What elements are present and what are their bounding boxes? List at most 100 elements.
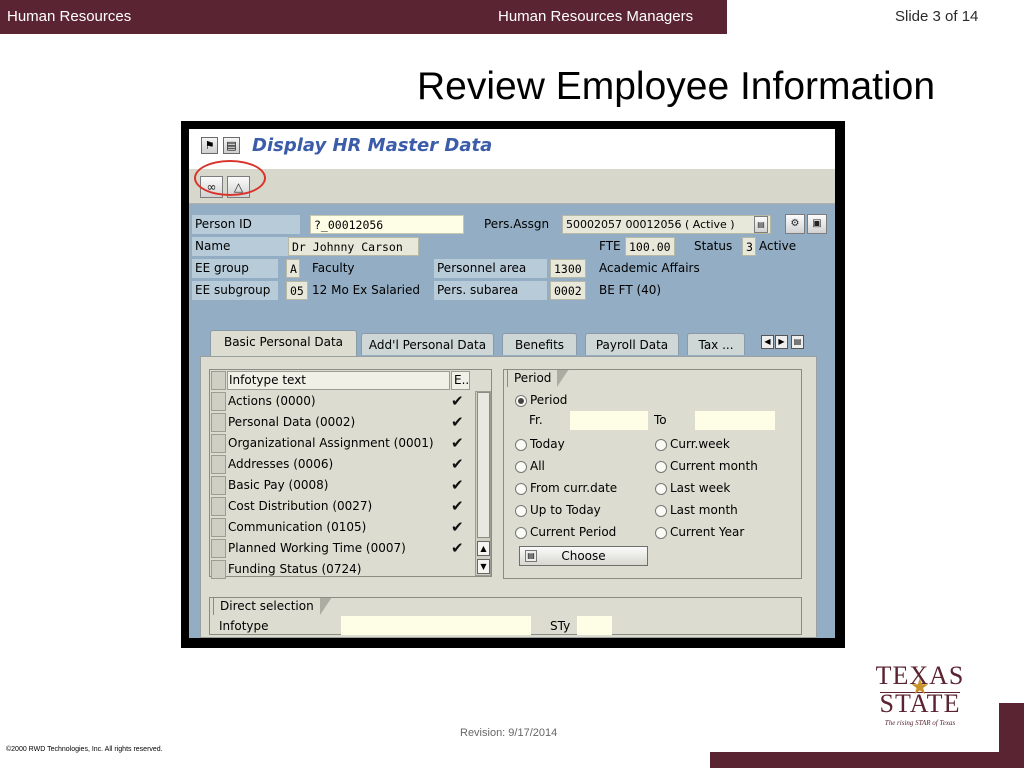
row-selector[interactable] — [211, 476, 226, 495]
radio-label: Last month — [670, 503, 738, 517]
from-date-input[interactable] — [570, 411, 648, 430]
name-label: Name — [192, 237, 300, 256]
infotype-list-scrollbar[interactable]: ▲ ▼ — [475, 391, 491, 576]
tab-payroll-data[interactable]: Payroll Data — [585, 333, 679, 355]
direct-selection-group: Direct selection Infotype STy — [209, 597, 802, 635]
infotype-name: Personal Data (0002) — [228, 415, 356, 429]
tab-list-icon[interactable]: ▤ — [791, 335, 804, 349]
person-id-label: Person ID — [192, 215, 300, 234]
radio-up-to-today[interactable]: Up to Today — [515, 502, 601, 518]
fte-label: FTE — [599, 239, 621, 253]
tab-scroll-left-icon[interactable]: ◀ — [761, 335, 774, 349]
infotype-row[interactable]: Planned Working Time (0007) ✔ — [210, 538, 475, 559]
header-center-label: Human Resources Managers — [498, 8, 694, 25]
tab-scroll-right-icon[interactable]: ▶ — [775, 335, 788, 349]
row-selector[interactable] — [211, 518, 226, 537]
name-field: Dr Johnny Carson — [288, 237, 419, 256]
choose-button[interactable]: ▤ Choose — [519, 546, 648, 566]
tab-benefits[interactable]: Benefits — [502, 333, 577, 355]
row-selector[interactable] — [211, 539, 226, 558]
sap-window-title: Display HR Master Data — [252, 135, 493, 156]
ee-group-label: EE group — [192, 259, 278, 278]
tab-strip: Basic Personal Data Add'l Personal Data … — [189, 327, 835, 357]
slide-header-bar: Human Resources Human Resources Managers… — [0, 0, 1024, 34]
row-selector[interactable] — [211, 497, 226, 516]
radio-current-month[interactable]: Current month — [655, 458, 758, 474]
scroll-up-icon[interactable]: ▲ — [477, 541, 490, 556]
row-selector[interactable] — [211, 455, 226, 474]
radio-today[interactable]: Today — [515, 436, 565, 452]
infotype-name: Communication (0105) — [228, 520, 367, 534]
infotype-list: Infotype text E.. Actions (0000) ✔ Perso… — [209, 369, 492, 580]
infotype-text-column-header[interactable]: Infotype text — [227, 371, 450, 390]
radio-all[interactable]: All — [515, 458, 545, 474]
radio-current-period[interactable]: Current Period — [515, 524, 616, 540]
texas-state-logo: TEXAS STATE The rising STAR of Texas ★ — [872, 662, 968, 732]
infotype-row[interactable]: Organizational Assignment (0001) ✔ — [210, 433, 475, 454]
to-date-input[interactable] — [695, 411, 775, 430]
infotype-row[interactable]: Cost Distribution (0027) ✔ — [210, 496, 475, 517]
tab-basic-personal-data[interactable]: Basic Personal Data — [210, 330, 357, 356]
header-slide-number-box: Slide 3 of 14 — [727, 0, 1024, 34]
row-selector[interactable] — [211, 392, 226, 411]
row-selector[interactable] — [211, 413, 226, 432]
subtype-input[interactable] — [577, 616, 612, 635]
sap-menu-icon[interactable]: ⚑ — [201, 137, 218, 154]
infotype-row[interactable]: Personal Data (0002) ✔ — [210, 412, 475, 433]
infotype-input[interactable] — [341, 616, 531, 635]
pers-assgn-dropdown-icon[interactable]: ▤ — [754, 216, 768, 233]
radio-from-curr-date[interactable]: From curr.date — [515, 480, 617, 496]
assignment-overview-icon[interactable]: ▣ — [807, 214, 827, 234]
status-code-field: 3 — [742, 237, 756, 256]
infotype-name: Basic Pay (0008) — [228, 478, 329, 492]
pers-subarea-label: Pers. subarea — [434, 281, 547, 300]
slide-title: Review Employee Information — [417, 65, 936, 108]
fte-field: 100.00 — [625, 237, 675, 256]
ee-group-text: Faculty — [312, 261, 355, 275]
infotype-row[interactable]: Addresses (0006) ✔ — [210, 454, 475, 475]
revision-date: Revision: 9/17/2014 — [460, 727, 558, 739]
radio-curr-week[interactable]: Curr.week — [655, 436, 730, 452]
person-id-field[interactable]: ?_00012056 — [310, 215, 464, 234]
infotype-row[interactable]: Basic Pay (0008) ✔ — [210, 475, 475, 496]
copyright-notice: ©2000 RWD Technologies, Inc. All rights … — [6, 746, 163, 753]
check-icon: ✔ — [451, 518, 464, 536]
ee-group-code: A — [286, 259, 300, 278]
radio-current-year[interactable]: Current Year — [655, 524, 744, 540]
subtype-input-label: STy — [550, 619, 571, 633]
tab-tax[interactable]: Tax ... — [687, 333, 745, 355]
infotype-name: Planned Working Time (0007) — [228, 541, 406, 555]
pers-subarea-code: 0002 — [550, 281, 586, 300]
infotype-row[interactable]: Funding Status (0724) — [210, 559, 475, 580]
pers-assgn-field[interactable]: 50002057 00012056 ( Active ) — [562, 215, 771, 234]
sap-window: ⚑ ▤ Display HR Master Data ∞ △ Person ID… — [189, 129, 835, 638]
radio-last-month[interactable]: Last month — [655, 502, 738, 518]
infotype-name: Actions (0000) — [228, 394, 316, 408]
radio-label: Up to Today — [530, 503, 601, 517]
check-icon: ✔ — [451, 434, 464, 452]
select-all-cell[interactable] — [211, 371, 226, 390]
radio-last-week[interactable]: Last week — [655, 480, 730, 496]
row-selector[interactable] — [211, 560, 226, 579]
tab-addl-personal-data[interactable]: Add'l Personal Data — [361, 333, 494, 355]
sap-system-icon[interactable]: ▤ — [223, 137, 240, 154]
infotype-row[interactable]: Actions (0000) ✔ — [210, 391, 475, 412]
scroll-down-icon[interactable]: ▼ — [477, 559, 490, 574]
period-group: Period Period Fr. To Today All From curr… — [503, 369, 802, 579]
radio-label: Current Period — [530, 525, 617, 539]
org-structure-icon[interactable]: ⚙ — [785, 214, 805, 234]
scrollbar-thumb[interactable] — [477, 392, 490, 538]
period-radio[interactable]: Period — [515, 392, 567, 408]
direct-selection-title: Direct selection — [213, 597, 320, 615]
row-selector[interactable] — [211, 434, 226, 453]
sap-screenshot-frame: ⚑ ▤ Display HR Master Data ∞ △ Person ID… — [181, 121, 845, 648]
infotype-name: Cost Distribution (0027) — [228, 499, 373, 513]
check-icon: ✔ — [451, 497, 464, 515]
pers-subarea-text: BE FT (40) — [599, 283, 662, 297]
exists-column-header[interactable]: E.. — [451, 371, 470, 390]
annotation-highlight-oval — [194, 160, 266, 196]
tab-content-panel: Infotype text E.. Actions (0000) ✔ Perso… — [200, 356, 817, 638]
infotype-row[interactable]: Communication (0105) ✔ — [210, 517, 475, 538]
check-icon: ✔ — [451, 392, 464, 410]
personnel-area-text: Academic Affairs — [599, 261, 700, 275]
